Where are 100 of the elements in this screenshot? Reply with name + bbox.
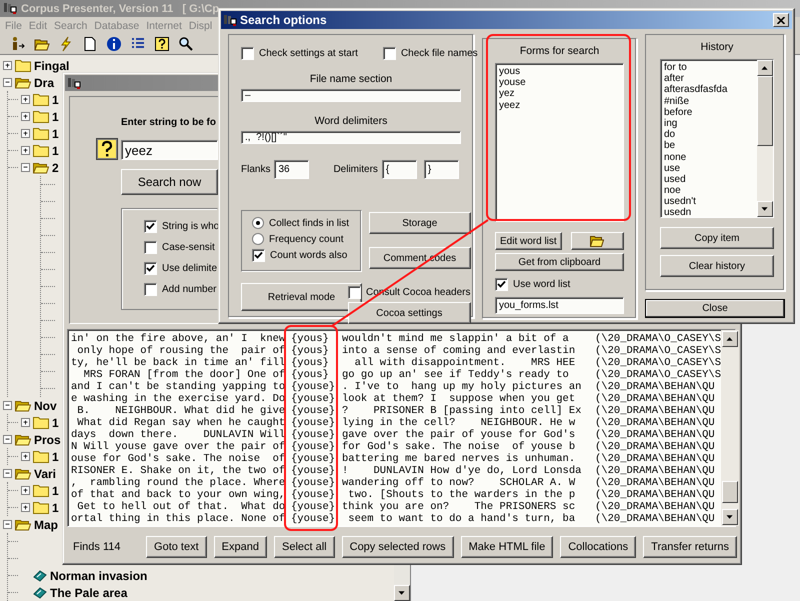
list-item[interactable]: yez — [499, 88, 620, 100]
retrieval-mode-button[interactable]: Retrieval mode — [241, 283, 362, 311]
get-from-clipboard-button[interactable]: Get from clipboard — [495, 253, 624, 271]
close-button[interactable]: Close — [645, 299, 785, 318]
browse-button[interactable] — [570, 232, 624, 250]
scroll-thumb[interactable] — [722, 481, 738, 503]
word-delimiters-field[interactable]: ., ?!()[]`´" — [241, 131, 461, 144]
list-item[interactable]: after — [664, 73, 754, 84]
radio-button[interactable] — [252, 217, 264, 229]
search-icon[interactable] — [178, 36, 194, 52]
document-icon[interactable] — [82, 36, 98, 52]
list-item[interactable]: usedn — [664, 207, 754, 219]
list-item[interactable]: use — [664, 162, 754, 174]
tree-item[interactable]: 1 — [52, 126, 59, 140]
list-item[interactable]: used — [664, 174, 754, 186]
expand-icon[interactable] — [21, 452, 30, 461]
edit-word-list-button[interactable]: Edit word list — [495, 232, 562, 250]
tree-item[interactable]: 1 — [52, 92, 59, 106]
tree-item[interactable]: 1 — [52, 110, 59, 124]
expand-icon[interactable] — [21, 112, 30, 121]
lightning-icon[interactable] — [58, 36, 74, 52]
search-field[interactable]: yeez — [121, 140, 218, 160]
collapse-icon[interactable] — [3, 469, 12, 478]
action-button[interactable]: Collocations — [560, 536, 636, 558]
scroll-thumb[interactable] — [757, 76, 773, 146]
checkbox[interactable] — [144, 241, 157, 254]
list-item[interactable]: youse — [499, 77, 620, 88]
close-delimiter-field[interactable]: } — [424, 160, 459, 179]
expand-icon[interactable] — [21, 146, 30, 155]
tree-item[interactable]: 1 — [52, 500, 59, 514]
collapse-icon[interactable] — [3, 435, 12, 444]
clear-history-button[interactable]: Clear history — [660, 255, 774, 277]
checkbox[interactable] — [144, 283, 157, 296]
keyword: {youse} — [291, 477, 336, 489]
list-item[interactable]: none — [664, 152, 754, 163]
list-item[interactable]: afterasdfasfda — [664, 84, 754, 96]
checkbox[interactable] — [252, 249, 265, 262]
expand-icon[interactable] — [21, 95, 30, 104]
tree-item[interactable]: 1 — [52, 450, 59, 464]
radio-button[interactable] — [252, 233, 264, 245]
tree-item[interactable]: Nov — [34, 398, 57, 412]
expand-icon[interactable] — [21, 129, 30, 138]
list-item[interactable]: be — [664, 140, 754, 152]
list-item[interactable]: ing — [664, 118, 754, 130]
source-path: (\20_DRAMA\BEHAN\QU — [595, 501, 716, 513]
source-path: (\20_DRAMA\BEHAN\QU — [595, 405, 716, 417]
expand-icon[interactable] — [3, 61, 12, 70]
action-button[interactable]: Copy selected rows — [342, 536, 454, 558]
field-label: File name section — [308, 73, 394, 85]
checkbox[interactable] — [495, 278, 508, 291]
tree-item[interactable]: Dra — [34, 76, 54, 90]
checkbox[interactable] — [241, 47, 254, 60]
list-item[interactable]: usedn't — [664, 196, 754, 208]
action-button[interactable]: Make HTML file — [460, 536, 554, 558]
search-now-button[interactable]: Search now — [121, 169, 218, 195]
collapse-icon[interactable] — [3, 78, 12, 87]
tree-item[interactable]: 2 — [52, 160, 59, 174]
window-close-button[interactable] — [773, 13, 789, 27]
checkbox[interactable] — [348, 286, 361, 299]
list-item[interactable]: do — [664, 129, 754, 140]
word-list-file-field[interactable]: you_forms.lst — [495, 297, 624, 314]
checkbox[interactable] — [144, 220, 157, 233]
action-button[interactable]: Goto text — [146, 536, 207, 558]
tree-item[interactable]: 1 — [52, 484, 59, 498]
collapse-icon[interactable] — [3, 401, 12, 410]
tree-item[interactable]: 1 — [52, 144, 59, 158]
tree-item[interactable]: 1 — [52, 416, 59, 430]
cocoa-settings-button[interactable]: Cocoa settings — [348, 302, 471, 324]
list-item[interactable]: noe — [664, 185, 754, 196]
storage-button[interactable]: Storage — [369, 212, 471, 234]
open-delimiter-field[interactable]: { — [382, 160, 417, 179]
expand-icon[interactable] — [21, 418, 30, 427]
tree-item[interactable]: The Pale area — [50, 586, 128, 600]
person-arrow-icon[interactable] — [10, 36, 26, 52]
list-item[interactable]: #nißе — [664, 96, 754, 107]
list-item[interactable]: yous — [499, 66, 620, 78]
expand-icon[interactable] — [21, 486, 30, 495]
list-item[interactable]: for to — [664, 62, 754, 74]
tree-item[interactable]: Norman invasion — [50, 568, 148, 582]
copy-item-button[interactable]: Copy item — [660, 227, 774, 249]
tree-item[interactable]: Vari — [34, 466, 56, 480]
expand-icon[interactable] — [21, 503, 30, 512]
info-icon[interactable] — [106, 36, 122, 52]
checkbox[interactable] — [144, 262, 157, 275]
tree-item[interactable]: Map — [34, 518, 58, 532]
collapse-icon[interactable] — [3, 520, 12, 529]
collapse-icon[interactable] — [21, 163, 30, 172]
dialog-title: Search options — [240, 13, 327, 27]
help-icon[interactable] — [154, 36, 170, 52]
file-name-section-field[interactable]: – — [241, 89, 461, 102]
action-button[interactable]: Expand — [214, 536, 267, 558]
checkbox[interactable] — [382, 47, 396, 60]
action-button[interactable]: Transfer returns — [643, 536, 737, 558]
tree-item[interactable]: Pros — [34, 432, 61, 446]
list-item[interactable]: yeez — [499, 100, 620, 111]
list-item[interactable]: before — [664, 106, 754, 118]
tree-item[interactable]: Fingal — [34, 58, 70, 72]
action-button[interactable]: Select all — [274, 536, 335, 558]
left-context: days down there. DUNLAVIN Will — [71, 429, 286, 441]
flanks-field[interactable]: 36 — [274, 160, 310, 179]
